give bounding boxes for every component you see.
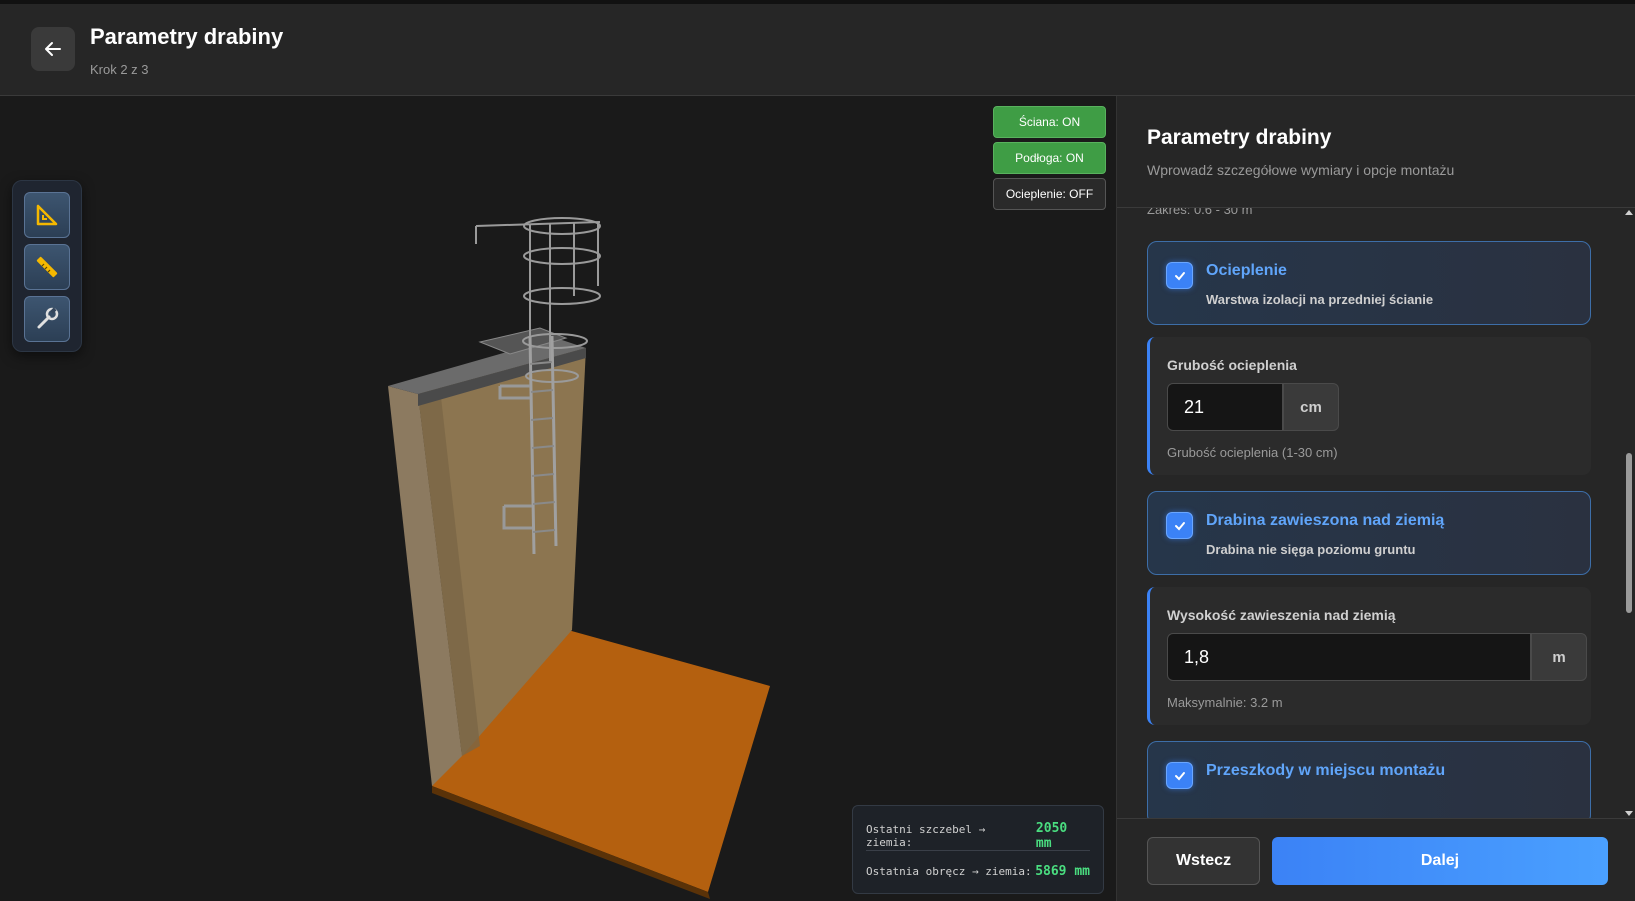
- insulation-thickness-input[interactable]: 21: [1167, 383, 1283, 431]
- scroll-down-icon[interactable]: [1625, 811, 1633, 816]
- suspension-height-input[interactable]: 1,8: [1167, 633, 1531, 681]
- measurement-row: Ostatnia obręcz → ziemia: 5869 mm: [866, 856, 1090, 886]
- option-title: Drabina zawieszona nad ziemią: [1206, 512, 1445, 529]
- ladder-3d-scene[interactable]: [0, 96, 1116, 901]
- measurement-readout: Ostatni szczebel → ziemia: 2050 mm Ostat…: [852, 805, 1104, 894]
- next-button[interactable]: Dalej: [1272, 837, 1608, 885]
- panel-title: Parametry drabiny: [1147, 126, 1332, 149]
- app-header: Parametry drabiny Krok 2 z 3: [0, 0, 1635, 96]
- measurement-value: 5869 mm: [1035, 863, 1090, 879]
- option-title: Przeszkody w miejscu montażu: [1206, 762, 1446, 779]
- divider: [866, 850, 1090, 851]
- check-icon: [1174, 771, 1185, 780]
- option-title: Ocieplenie: [1206, 262, 1287, 279]
- insulation-thickness-label: Grubość ocieplenia: [1167, 357, 1297, 373]
- check-icon: [1174, 271, 1185, 280]
- panel-subtitle: Wprowadź szczegółowe wymiary i opcje mon…: [1147, 162, 1455, 178]
- wrench-icon: [37, 307, 59, 329]
- panel-header: Parametry drabiny Wprowadź szczegółowe w…: [1117, 96, 1635, 208]
- option-suspended[interactable]: Drabina zawieszona nad ziemią Drabina ni…: [1147, 491, 1591, 575]
- measurement-row: Ostatni szczebel → ziemia: 2050 mm: [866, 821, 1090, 851]
- suspended-checkbox[interactable]: [1166, 512, 1193, 539]
- arrow-left-icon: [45, 42, 61, 56]
- suspension-height-label: Wysokość zawieszenia nad ziemią: [1167, 607, 1396, 623]
- check-icon: [1174, 521, 1185, 530]
- scroll-up-icon[interactable]: [1625, 210, 1633, 215]
- ruler-button[interactable]: [24, 244, 70, 290]
- option-obstacles[interactable]: Przeszkody w miejscu montażu: [1147, 741, 1591, 818]
- tool-palette: [12, 180, 82, 352]
- page-title: Parametry drabiny: [90, 24, 284, 49]
- insulation-thickness-help: Grubość ocieplenia (1-30 cm): [1167, 445, 1338, 460]
- panel-scrollbar[interactable]: [1624, 208, 1634, 818]
- measurement-value: 2050 mm: [1035, 821, 1068, 851]
- wrench-button[interactable]: [24, 296, 70, 342]
- ruler-icon: [36, 256, 58, 278]
- unit-label: m: [1531, 633, 1587, 681]
- triangle-ruler-icon: [36, 204, 58, 226]
- suspension-height-group: Wysokość zawieszenia nad ziemią 1,8 m Ma…: [1147, 587, 1591, 725]
- obstacles-checkbox[interactable]: [1166, 762, 1193, 789]
- window-top-edge: [0, 0, 1635, 4]
- toggle-insulation[interactable]: Ocieplenie: OFF: [993, 178, 1106, 210]
- measurement-label: Ostatni szczebel → ziemia:: [866, 823, 986, 849]
- insulation-checkbox[interactable]: [1166, 262, 1193, 289]
- back-button[interactable]: Wstecz: [1147, 837, 1260, 885]
- unit-label: cm: [1283, 383, 1339, 431]
- range-hint: Zakres: 0.6 - 30 m: [1147, 208, 1253, 217]
- measurement-label: Ostatnia obręcz → ziemia:: [866, 864, 1032, 878]
- scroll-thumb[interactable]: [1626, 453, 1632, 613]
- 3d-viewport[interactable]: Ściana: ON Podłoga: ON Ocieplenie: OFF: [0, 96, 1116, 901]
- option-description: Warstwa izolacji na przedniej ścianie: [1206, 292, 1434, 307]
- toggle-wall[interactable]: Ściana: ON: [993, 106, 1106, 138]
- insulation-thickness-group: Grubość ocieplenia 21 cm Grubość ocieple…: [1147, 337, 1591, 475]
- step-indicator: Krok 2 z 3: [90, 62, 149, 77]
- triangle-ruler-button[interactable]: [24, 192, 70, 238]
- suspension-height-help: Maksymalnie: 3.2 m: [1167, 695, 1283, 710]
- option-insulation[interactable]: Ocieplenie Warstwa izolacji na przedniej…: [1147, 241, 1591, 325]
- panel-scroll-area[interactable]: Zakres: 0.6 - 30 m Ocieplenie Warstwa iz…: [1117, 208, 1635, 818]
- panel-footer: Wstecz Dalej: [1117, 818, 1635, 901]
- option-description: Drabina nie sięga poziomu gruntu: [1206, 542, 1416, 557]
- parameters-panel: Parametry drabiny Wprowadź szczegółowe w…: [1116, 96, 1635, 901]
- back-arrow-button[interactable]: [31, 27, 75, 71]
- toggle-floor[interactable]: Podłoga: ON: [993, 142, 1106, 174]
